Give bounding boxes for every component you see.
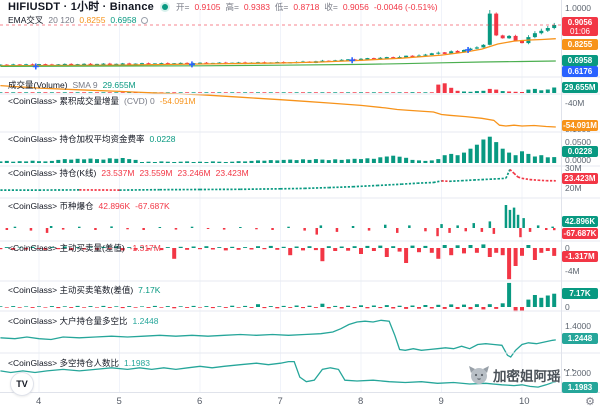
axis-value-badge: 0.8255 — [562, 39, 598, 50]
legend-text: (CVD) 0 — [124, 96, 155, 106]
axis-tick-label: 1.4000 — [565, 321, 599, 331]
axis-tick-label: -40M — [565, 98, 599, 108]
legend-row-top-ratio[interactable]: <CoinGlass> 大户持仓量多空比 1.2448 — [8, 316, 159, 326]
axis-value-badge: -1.317M — [562, 251, 598, 262]
time-axis-label: 6 — [197, 396, 202, 407]
legend-row-taker-volume[interactable]: <CoinGlass> 主动买卖量(差值) -1.317M — [8, 243, 161, 253]
gear-icon[interactable]: ⚙ — [585, 395, 595, 408]
axis-value-badge: 23.423M — [562, 173, 598, 184]
axis-value-badge: 1.2448 — [562, 333, 598, 344]
legend-text: 1.2448 — [133, 316, 159, 326]
legend-text: 1.1983 — [124, 358, 150, 368]
axis-value-badge: -54.091M — [562, 120, 598, 131]
axis-value-badge: -67.687K — [562, 228, 598, 239]
legend-text: 0.9105 — [194, 2, 220, 12]
axis-value-badge: 0.6958 — [562, 55, 598, 66]
legend-text: 0.6958 — [110, 15, 136, 25]
legend-text: -67.687K — [135, 201, 170, 211]
legend-text: 成交量(Volume) — [8, 80, 68, 90]
legend-text: 23.537M — [101, 168, 134, 178]
legend-text: 29.655M — [103, 80, 136, 90]
legend-text: 0.8255 — [79, 15, 105, 25]
legend-text: <CoinGlass> 主动买卖笔数(差值) — [8, 285, 133, 295]
legend-text: 低= — [275, 2, 288, 12]
axis-value-badge: 7.17K — [562, 288, 598, 299]
legend-text: 42.896K — [99, 201, 131, 211]
legend-row-symbol-header[interactable]: HIFIUSDT · 1小时 · Binance 开= 0.9105 高= 0.9383… — [8, 2, 438, 12]
axis-value-badge: 29.655M — [562, 82, 598, 93]
legend-row-ema-cross[interactable]: EMA交叉 20 120 0.8255 0.6958 — [8, 15, 148, 25]
legend-text: 0.8718 — [293, 2, 319, 12]
legend-text: EMA交叉 — [8, 15, 43, 25]
legend-text: HIFIUSDT · 1小时 · Binance — [8, 2, 154, 12]
legend-text: 23.423M — [216, 168, 249, 178]
legend-text: 0.0228 — [150, 134, 176, 144]
grid-lines — [39, 0, 522, 392]
axis-value-badge: 0.6176 — [562, 66, 598, 77]
legend-text: 0.9056 — [343, 2, 369, 12]
data-status-dot-icon — [162, 4, 168, 10]
axis-tick-label: 20M — [565, 183, 599, 193]
axis-value-badge: 42.896K — [562, 216, 598, 227]
time-axis-label: 10 — [519, 396, 530, 407]
tradingview-logo-text: TV — [16, 379, 28, 389]
cat-icon — [468, 365, 490, 385]
axis-tick-label: 30M — [565, 163, 599, 173]
axis-tick-label: -4M — [565, 266, 599, 276]
time-axis-divider — [0, 392, 600, 393]
legend-row-liquidations[interactable]: <CoinGlass> 币种爆仓 42.896K -67.687K — [8, 201, 170, 211]
legend-text: 高= — [225, 2, 238, 12]
time-axis-label: 7 — [278, 396, 283, 407]
time-axis-label: 8 — [358, 396, 363, 407]
legend-row-oi[interactable]: <CoinGlass> 持仓(K线) 23.537M 23.559M 23.246M 2… — [8, 168, 249, 178]
legend-text: -54.091M — [160, 96, 196, 106]
legend-text: 收= — [324, 2, 337, 12]
legend-text: <CoinGlass> 持仓加权平均资金费率 — [8, 134, 145, 144]
legend-text: <CoinGlass> 大户持仓量多空比 — [8, 316, 128, 326]
time-axis-label: 4 — [36, 396, 41, 407]
legend-text: -0.0046 (-0.51%) — [374, 2, 438, 12]
legend-text: <CoinGlass> 多空持仓人数比 — [8, 358, 119, 368]
legend-row-volume[interactable]: 成交量(Volume) SMA 9 29.655M — [8, 80, 136, 90]
legend-row-funding[interactable]: <CoinGlass> 持仓加权平均资金费率 0.0228 — [8, 134, 176, 144]
legend-text: SMA 9 — [73, 80, 98, 90]
trading-chart-window: HIFIUSDT · 1小时 · Binance 开= 0.9105 高= 0.9383… — [0, 0, 600, 410]
axis-tick-label: 0 — [565, 302, 599, 312]
legend-text: <CoinGlass> 主动买卖量(差值) — [8, 243, 125, 253]
legend-text: 7.17K — [138, 285, 160, 295]
visibility-icon[interactable] — [141, 17, 148, 24]
legend-row-taker-count[interactable]: <CoinGlass> 主动买卖笔数(差值) 7.17K — [8, 285, 160, 295]
legend-text: 0.9383 — [244, 2, 270, 12]
axis-tick-label: 1.0000 — [565, 3, 599, 13]
legend-row-cvd[interactable]: <CoinGlass> 累积成交量增量 (CVD) 0 -54.091M — [8, 96, 196, 106]
time-axis-label: 5 — [117, 396, 122, 407]
axis-value-badge: 0.0228 — [562, 146, 598, 157]
watermark-text: 加密姐阿瑶 — [493, 365, 561, 385]
legend-text: <CoinGlass> 累积成交量增量 — [8, 96, 119, 106]
legend-text: <CoinGlass> 持仓(K线) — [8, 168, 96, 178]
legend-text: <CoinGlass> 币种爆仓 — [8, 201, 94, 211]
legend-text: 23.559M — [139, 168, 172, 178]
tradingview-logo[interactable]: TV — [10, 372, 34, 396]
legend-text: 23.246M — [178, 168, 211, 178]
legend-text: -1.317M — [130, 243, 161, 253]
watermark-dots: ··· — [564, 365, 576, 375]
axis-value-badge: 0.905601:06 — [562, 17, 598, 36]
legend-text: 20 120 — [48, 15, 74, 25]
watermark: 加密姐阿瑶 ··· — [468, 365, 576, 385]
legend-row-account-ratio[interactable]: <CoinGlass> 多空持仓人数比 1.1983 — [8, 358, 150, 368]
time-axis-label: 9 — [439, 396, 444, 407]
legend-text: 开= — [176, 2, 189, 12]
